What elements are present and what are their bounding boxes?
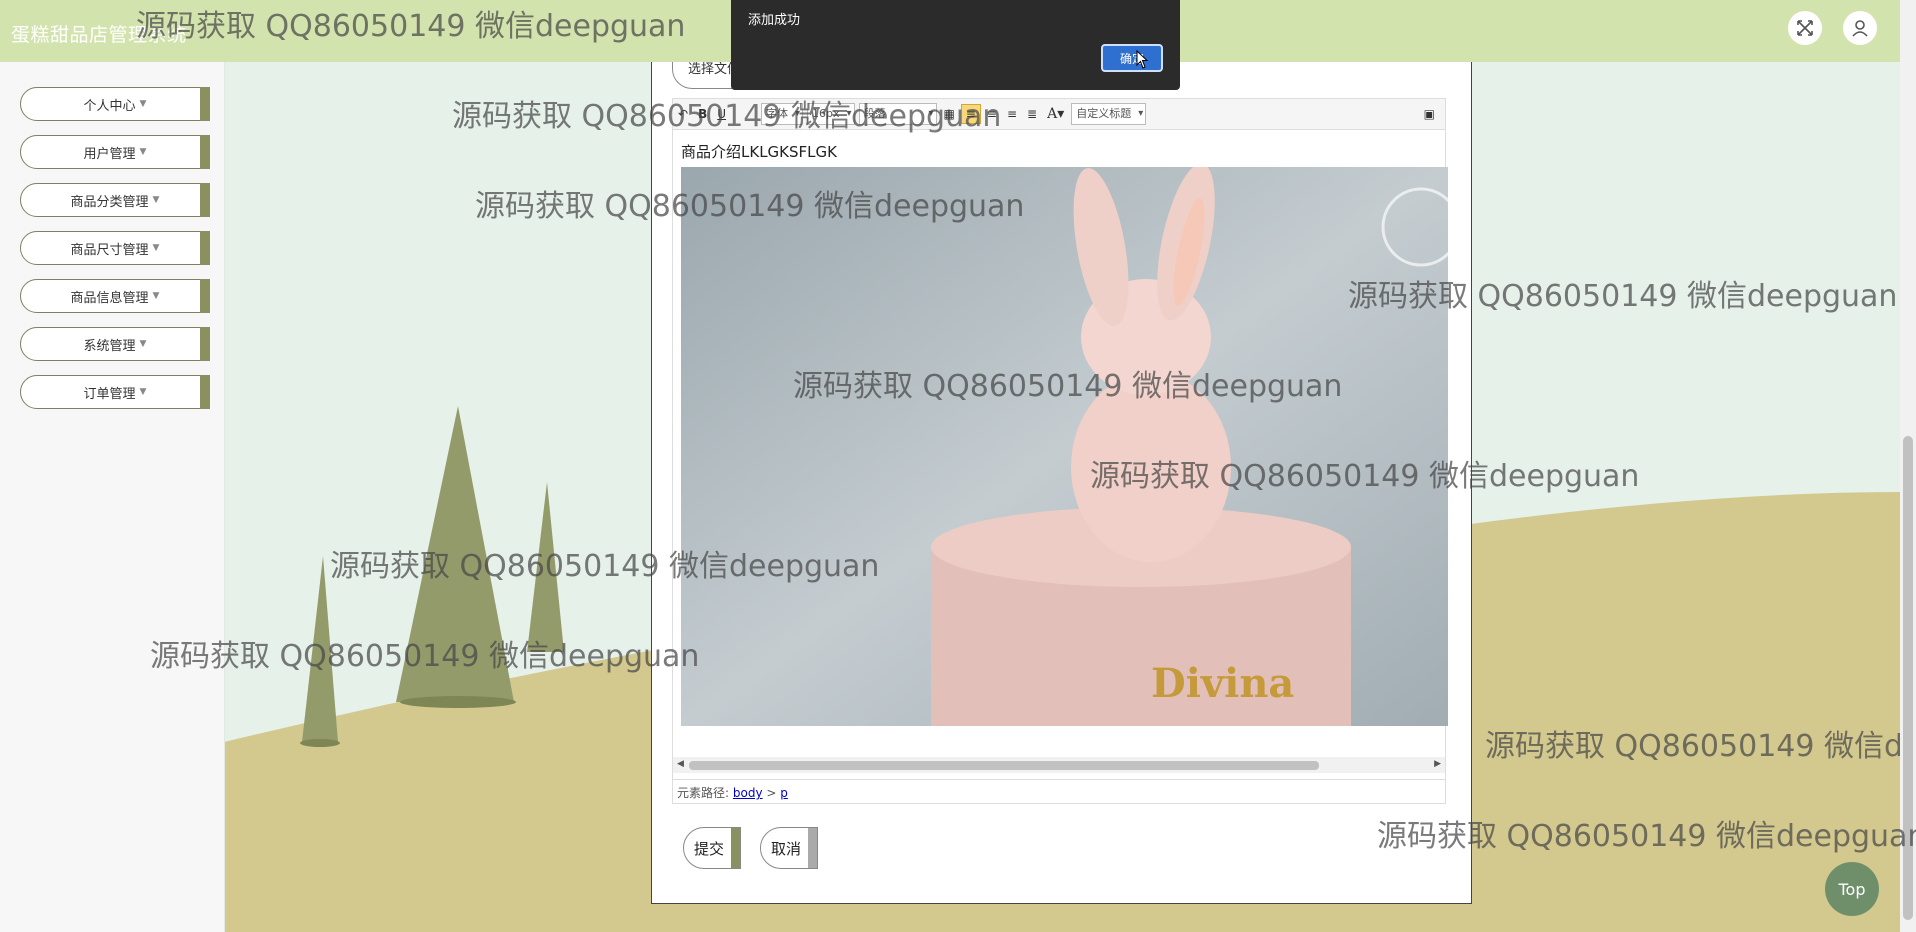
cancel-button[interactable]: 取消 [760,827,818,869]
chevron-down-icon: ▼ [152,291,160,301]
cake-photo: Divina [681,167,1448,726]
editor-paragraph[interactable]: 商品介绍LKLGKSFLGK [681,141,837,162]
fullscreen-button[interactable] [1788,11,1822,45]
font-color-icon[interactable]: A▾ [1043,104,1068,124]
sidebar-item-product-management[interactable]: 商品信息管理 ▼ [20,279,210,313]
element-path-body-link[interactable]: body [733,786,763,800]
sidebar: 个人中心 ▼ 用户管理 ▼ 商品分类管理 ▼ 商品尺寸管理 ▼ 商品信息管理 ▼ 系统管理… [0,62,225,932]
element-path-label: 元素路径: [677,786,730,800]
back-to-top-button[interactable]: Top [1825,862,1879,916]
sidebar-item-system-management[interactable]: 系统管理 ▼ [20,327,210,361]
element-path: 元素路径: body > p [673,779,1445,803]
sidebar-item-label: 商品分类管理 [70,194,149,210]
cancel-accent [808,828,817,868]
paragraph-select[interactable]: 段落 [858,103,937,125]
app-title: 蛋糕甜品店管理系统 [11,24,187,46]
product-image: Divina [681,167,1448,726]
user-icon [1852,20,1868,37]
fullscreen-editor-icon[interactable]: ▣ [1420,105,1439,123]
chevron-down-icon: ▼ [152,195,160,205]
page-scroll-thumb[interactable] [1903,436,1913,920]
mouse-cursor-icon [1136,50,1149,69]
sidebar-item-label: 订单管理 [83,386,136,402]
scroll-right-icon[interactable]: ▶ [1434,759,1441,769]
user-profile-button[interactable] [1843,11,1877,45]
chevron-down-icon: ▼ [139,99,147,109]
submit-button[interactable]: 提交 [683,827,741,869]
alert-ok-button[interactable]: 确定 [1101,44,1163,72]
chevron-down-icon: ▼ [139,339,147,349]
align-left-icon[interactable]: ≡ [960,104,981,124]
element-path-p-link[interactable]: p [780,786,788,800]
scroll-thumb[interactable] [689,761,1319,770]
sidebar-item-user-management[interactable]: 用户管理 ▼ [20,135,210,169]
font-size-select[interactable]: 16px [807,103,855,125]
edit-dialog: 选择文件 ↶ B U 字体 16px 段落 ▦ ≡ ≡ ≡ ≣ A▾ 自定义标题… [651,45,1472,904]
scroll-left-icon[interactable]: ◀ [677,759,684,769]
element-path-separator: > [766,786,777,800]
sidebar-item-category-management[interactable]: 商品分类管理 ▼ [20,183,210,217]
editor-horizontal-scrollbar[interactable]: ◀ ▶ [673,757,1445,773]
sidebar-item-label: 个人中心 [83,98,136,114]
alert-dialog: 添加成功 确定 [731,0,1180,90]
rich-text-editor[interactable]: ↶ B U 字体 16px 段落 ▦ ≡ ≡ ≡ ≣ A▾ 自定义标题 ▣ 商品… [672,98,1448,804]
sidebar-item-label: 系统管理 [83,338,136,354]
chevron-down-icon: ▼ [139,147,147,157]
page-vertical-scrollbar[interactable] [1900,0,1916,932]
bold-icon[interactable]: B [694,105,711,123]
custom-title-select[interactable]: 自定义标题 [1071,103,1147,125]
cake-lettering: Divina [1151,660,1294,707]
align-center-icon[interactable]: ≡ [1003,105,1021,123]
submit-label: 提交 [694,839,725,858]
undo-icon[interactable]: ↶ [674,105,692,123]
chevron-down-icon: ▼ [139,387,147,397]
table-icon[interactable]: ▦ [940,105,959,123]
expand-icon [1797,20,1813,36]
alert-message: 添加成功 [748,13,801,28]
font-family-select[interactable]: 字体 [761,103,804,125]
sidebar-item-order-management[interactable]: 订单管理 ▼ [20,375,210,409]
sidebar-item-personal-center[interactable]: 个人中心 ▼ [20,87,210,121]
align-right-icon[interactable]: ≡ [983,105,1001,123]
sidebar-item-label: 商品尺寸管理 [70,242,149,258]
sidebar-item-label: 商品信息管理 [70,290,149,306]
editor-toolbar: ↶ B U 字体 16px 段落 ▦ ≡ ≡ ≡ ≣ A▾ 自定义标题 ▣ [673,99,1445,130]
cancel-label: 取消 [771,839,802,858]
submit-accent [731,828,740,868]
sidebar-item-size-management[interactable]: 商品尺寸管理 ▼ [20,231,210,265]
underline-icon[interactable]: U [713,105,730,123]
align-justify-icon[interactable]: ≣ [1023,105,1041,123]
chevron-down-icon: ▼ [152,243,160,253]
sidebar-item-label: 用户管理 [83,146,136,162]
